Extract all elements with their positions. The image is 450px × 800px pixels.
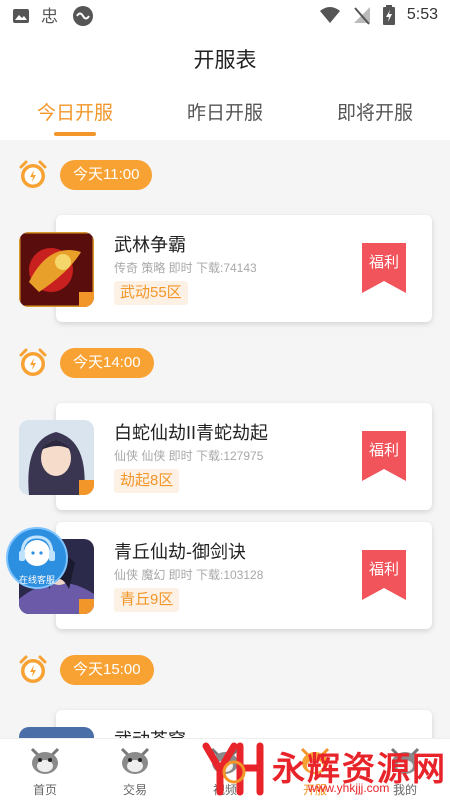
game-icon[interactable] [19,232,94,307]
server-list[interactable]: 今天11:00 武林争霸 传奇 策略 即时 下载:74143 武动55区 福利 … [0,140,450,738]
game-icon[interactable] [19,420,94,495]
game-card[interactable]: 武林争霸 传奇 策略 即时 下载:74143 武动55区 福利 [56,215,432,322]
svg-text:忠: 忠 [41,7,58,27]
game-name: 武林争霸 [114,235,186,255]
game-name: 武动苍穹 [114,726,186,738]
welfare-label: 福利 [368,254,399,271]
welfare-ribbon[interactable]: 福利 [362,243,406,293]
time-slot-header: 今天15:00 [18,654,154,686]
tab-bar: 今日开服 昨日开服 即将开服 [0,98,450,140]
time-slot-header: 今天14:00 [18,347,154,379]
time-pill: 今天11:00 [60,160,153,190]
nav-trade[interactable]: 交易 [90,739,180,800]
server-tag: 劫起8区 [114,469,180,493]
game-card[interactable]: 武动苍穹 [56,710,432,738]
app-notification-icon: 忠 [41,7,58,27]
nav-home[interactable]: 首页 [0,739,90,800]
game-art-icon [19,420,94,495]
customer-service-button[interactable]: 在线客服 [6,527,68,589]
customer-service-label: 在线客服 [18,575,55,585]
sync-notification-icon [73,6,93,26]
time-pill: 今天15:00 [60,655,154,685]
no-signal-icon [353,7,370,25]
welfare-label: 福利 [368,442,399,459]
game-name: 白蛇仙劫II青蛇劫起 [114,423,269,443]
welfare-ribbon[interactable]: 福利 [362,431,406,481]
game-art-icon [19,232,94,307]
image-notification-icon [13,9,29,23]
game-card[interactable]: 白蛇仙劫II青蛇劫起 仙侠 仙侠 即时 下载:127975 劫起8区 福利 [56,403,432,510]
alarm-clock-icon [19,348,47,376]
active-tab-indicator [54,132,96,136]
time-slot-header: 今天11:00 [18,159,153,191]
page-title: 开服表 [193,49,257,72]
header: 开服表 今日开服 昨日开服 即将开服 [0,32,450,140]
alarm-clock-icon [19,160,47,188]
watermark-logo-icon [202,742,264,796]
status-bar: 忠 5:53 [0,0,450,32]
welfare-ribbon[interactable]: 福利 [362,550,406,600]
home-mascot-icon [30,747,60,774]
server-tag: 武动55区 [114,281,188,305]
game-meta: 传奇 策略 即时 下载:74143 [114,261,257,275]
nav-home-label: 首页 [32,783,57,797]
game-card[interactable]: 青丘仙劫-御剑诀 仙侠 魔幻 即时 下载:103128 青丘9区 福利 [56,522,432,629]
battery-icon [382,5,395,25]
watermark: 永辉资源网 www.yhkjjj.com [200,740,450,800]
nav-trade-label: 交易 [122,783,147,797]
time-pill: 今天14:00 [60,348,154,378]
game-name: 青丘仙劫-御剑诀 [114,542,246,562]
tab-upcoming[interactable]: 即将开服 [300,98,450,140]
alarm-clock-icon [19,655,47,683]
game-icon[interactable] [19,727,94,738]
status-time: 5:53 [406,6,438,23]
headset-icon [19,535,55,566]
wifi-icon [319,7,340,23]
welfare-label: 福利 [368,561,399,578]
game-meta: 仙侠 魔幻 即时 下载:103128 [114,568,264,582]
trade-mascot-icon [120,747,150,774]
game-art-icon [19,727,94,738]
server-tag: 青丘9区 [114,588,180,612]
tab-yesterday[interactable]: 昨日开服 [150,98,300,140]
game-meta: 仙侠 仙侠 即时 下载:127975 [114,449,264,463]
watermark-url: www.yhkjjj.com [308,781,390,795]
